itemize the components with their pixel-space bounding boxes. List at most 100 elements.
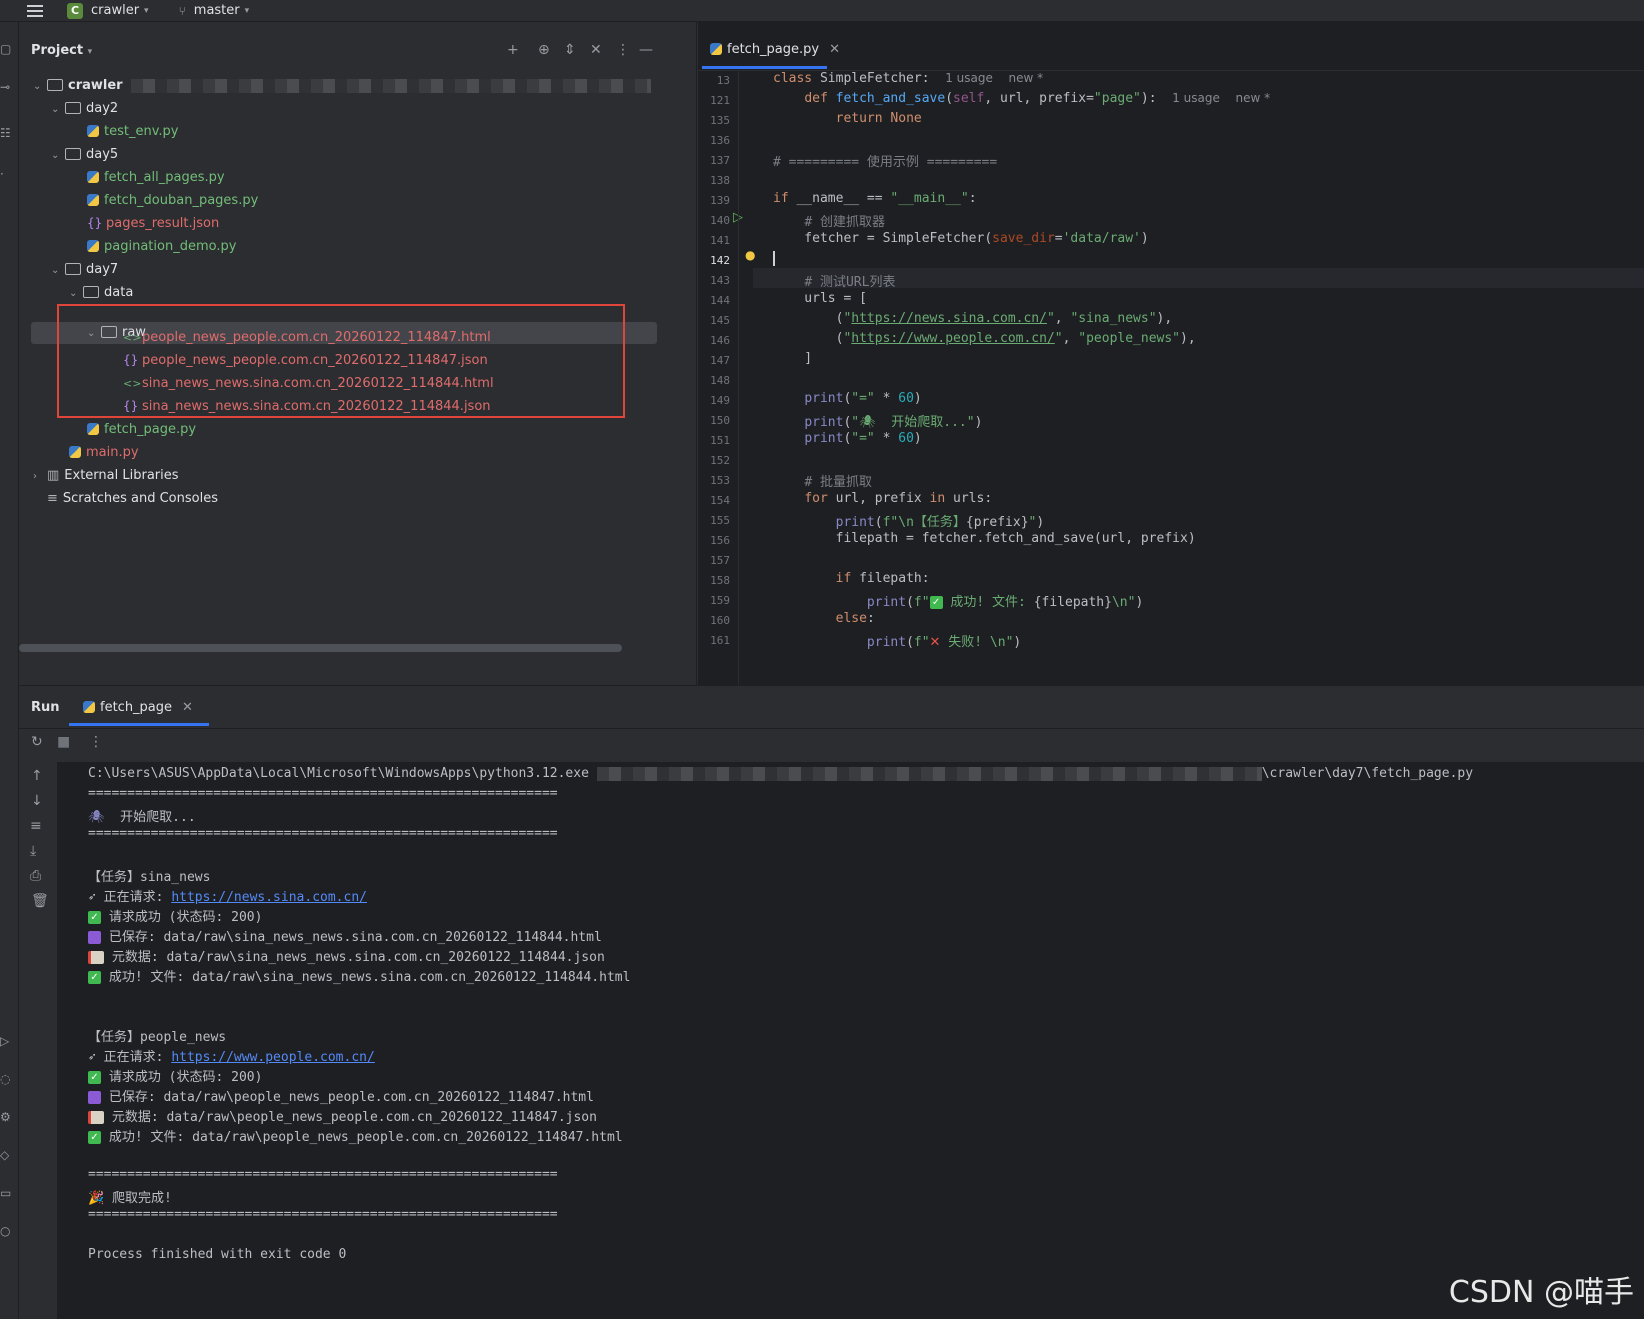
chevron-down-icon[interactable]: ⌄ bbox=[51, 259, 65, 282]
tree-item-data[interactable]: ⌄ data bbox=[69, 281, 133, 304]
version-control-icon[interactable]: ○ bbox=[0, 1224, 12, 1238]
tree-item-external-libraries[interactable]: › ▥ External Libraries bbox=[33, 464, 179, 487]
scroll-up-icon[interactable]: ↑ bbox=[31, 768, 43, 784]
tree-item-fetch-all-pages[interactable]: fetch_all_pages.py bbox=[87, 166, 225, 189]
gutter-divider bbox=[738, 70, 739, 685]
line-number: 142 bbox=[710, 254, 730, 267]
console-link[interactable]: https://news.sina.com.cn/ bbox=[171, 890, 367, 905]
locate-file-icon[interactable]: ⊕ bbox=[538, 42, 550, 58]
run-tool-icon[interactable]: ▷ bbox=[0, 1034, 12, 1048]
line-number: 137 bbox=[710, 154, 730, 167]
tree-item-pages-result[interactable]: {} pages_result.json bbox=[87, 212, 219, 235]
code-line[interactable]: if __name__ == "__main__": bbox=[773, 191, 977, 206]
chevron-down-icon[interactable]: ⌄ bbox=[69, 282, 83, 305]
code-line[interactable]: if filepath: bbox=[773, 571, 930, 586]
code-line[interactable]: return None bbox=[773, 111, 922, 126]
hide-panel-icon[interactable]: — bbox=[639, 42, 653, 58]
code-line[interactable]: # ========= 使用示例 ========= bbox=[773, 151, 997, 170]
tree-item-fetch-douban-pages[interactable]: fetch_douban_pages.py bbox=[87, 189, 258, 212]
git-branch-icon: ⑂ bbox=[178, 3, 186, 18]
console-output[interactable]: C:\Users\ASUS\AppData\Local\Microsoft\Wi… bbox=[57, 762, 1644, 1319]
more-tools-icon[interactable]: · bbox=[0, 167, 12, 181]
commit-tool-icon[interactable]: ⊸ bbox=[0, 80, 12, 94]
console-line: 🎉 爬取完成! bbox=[88, 1191, 172, 1206]
line-number: 13 bbox=[716, 74, 730, 87]
main-menu-icon[interactable] bbox=[27, 4, 43, 17]
clear-all-icon[interactable]: 🗑 bbox=[31, 893, 49, 909]
intention-bulb-icon[interactable]: ● bbox=[745, 248, 755, 262]
horizontal-scrollbar[interactable] bbox=[19, 644, 622, 652]
tree-item-pagination-demo[interactable]: pagination_demo.py bbox=[87, 235, 236, 258]
project-panel-title[interactable]: Project ▾ bbox=[31, 43, 92, 58]
rerun-icon[interactable]: ↻ bbox=[31, 734, 43, 750]
tree-item-main[interactable]: main.py bbox=[69, 441, 139, 464]
code-line[interactable]: ("https://news.sina.com.cn/", "sina_news… bbox=[773, 311, 1173, 326]
code-line[interactable]: ("https://www.people.com.cn/", "people_n… bbox=[773, 331, 1196, 346]
code-line[interactable]: # 创建抓取器 bbox=[773, 211, 885, 230]
stop-icon[interactable]: ■ bbox=[57, 734, 70, 750]
code-line[interactable]: print(f"\n【任务】{prefix}") bbox=[773, 511, 1045, 530]
code-line[interactable]: # 测试URL列表 bbox=[773, 271, 895, 290]
console-link[interactable]: https://www.people.com.cn/ bbox=[171, 1050, 375, 1065]
code-line-cursor[interactable]: ​ bbox=[773, 251, 775, 266]
collapse-all-icon[interactable]: ✕ bbox=[590, 42, 602, 58]
options-icon[interactable]: ⋮ bbox=[616, 42, 630, 58]
soft-wrap-icon[interactable]: ≡ bbox=[30, 818, 42, 834]
new-file-icon[interactable]: + bbox=[507, 42, 519, 58]
project-badge: C bbox=[67, 2, 83, 19]
code-line[interactable]: fetcher = SimpleFetcher(save_dir='data/r… bbox=[773, 231, 1148, 246]
code-line[interactable]: # 批量抓取 bbox=[773, 471, 872, 490]
code-line[interactable]: print("=" * 60) bbox=[773, 431, 921, 446]
check-icon: ✓ bbox=[88, 1071, 101, 1084]
code-line[interactable]: def fetch_and_save(self, url, prefix="pa… bbox=[773, 91, 1270, 106]
chevron-down-icon[interactable]: ⌄ bbox=[51, 144, 65, 167]
console-line: 元数据: data/raw\sina_news_news.sina.com.cn… bbox=[88, 946, 605, 965]
chevron-down-icon[interactable]: ⌄ bbox=[33, 75, 47, 98]
code-line[interactable]: print("=" * 60) bbox=[773, 391, 921, 406]
code-line[interactable]: for url, prefix in urls: bbox=[773, 491, 992, 506]
structure-tool-icon[interactable]: ☷ bbox=[0, 126, 12, 140]
code-line[interactable]: print(f"✕ 失败! \n") bbox=[773, 631, 1021, 650]
memo-icon bbox=[88, 951, 104, 964]
console-line: 元数据: data/raw\people_news_people.com.cn_… bbox=[88, 1106, 597, 1125]
tree-item-day2[interactable]: ⌄ day2 bbox=[51, 97, 118, 120]
code-line[interactable]: filepath = fetcher.fetch_and_save(url, p… bbox=[773, 531, 1196, 546]
console-separator: ========================================… bbox=[88, 786, 558, 801]
code-line[interactable]: print(f" ✓ 成功! 文件: {filepath}\n") bbox=[773, 591, 1143, 610]
python-packages-icon[interactable]: ◌ bbox=[0, 1072, 12, 1086]
tree-item-test-env[interactable]: test_env.py bbox=[87, 120, 178, 143]
tree-item-scratches[interactable]: ≡ Scratches and Consoles bbox=[47, 487, 218, 510]
console-exit-line: Process finished with exit code 0 bbox=[88, 1247, 347, 1262]
code-line[interactable]: ] bbox=[773, 351, 812, 366]
code-line[interactable]: urls = [ bbox=[773, 291, 867, 306]
tree-item-day5[interactable]: ⌄ day5 bbox=[51, 143, 118, 166]
chevron-down-icon[interactable]: ⌄ bbox=[51, 98, 65, 121]
line-number: 150 bbox=[710, 414, 730, 427]
project-tool-icon[interactable]: ▢ bbox=[0, 42, 12, 56]
tree-item-day7[interactable]: ⌄ day7 bbox=[51, 258, 118, 281]
problems-icon[interactable]: ◇ bbox=[0, 1148, 12, 1162]
branch-switcher[interactable]: master bbox=[194, 3, 240, 18]
services-icon[interactable]: ⚙ bbox=[0, 1110, 12, 1124]
floppy-disk-icon bbox=[88, 1091, 101, 1104]
chevron-down-icon[interactable]: ▾ bbox=[144, 6, 149, 16]
code-line[interactable]: print("🕷 开始爬取...") bbox=[773, 411, 982, 430]
line-gutter: 13 121 135 136 137 138 139 140 141 142 143 144 145 14… bbox=[698, 70, 753, 685]
rocket-icon: ➶ bbox=[88, 890, 96, 905]
expand-all-icon[interactable]: ⇕ bbox=[564, 42, 576, 58]
code-line[interactable]: else: bbox=[773, 611, 875, 626]
close-tab-icon[interactable]: ✕ bbox=[829, 42, 840, 57]
tree-item-fetch-page[interactable]: fetch_page.py bbox=[87, 418, 196, 441]
more-options-icon[interactable]: ⋮ bbox=[89, 734, 103, 750]
scroll-to-end-icon[interactable]: ⤓ bbox=[30, 843, 36, 859]
terminal-icon[interactable]: ▭ bbox=[0, 1186, 12, 1200]
project-switcher[interactable]: crawler bbox=[91, 3, 139, 18]
chevron-right-icon[interactable]: › bbox=[33, 465, 47, 488]
chevron-down-icon[interactable]: ▾ bbox=[245, 6, 250, 16]
tab-run-fetch-page[interactable]: fetch_page ✕ bbox=[83, 700, 193, 715]
print-icon[interactable]: ⎙ bbox=[30, 868, 41, 884]
code-line[interactable]: class SimpleFetcher: 1 usage new * bbox=[773, 71, 1043, 86]
close-tab-icon[interactable]: ✕ bbox=[182, 700, 193, 715]
tree-item-crawler[interactable]: ⌄ crawler bbox=[33, 74, 651, 97]
scroll-down-icon[interactable]: ↓ bbox=[31, 793, 43, 809]
